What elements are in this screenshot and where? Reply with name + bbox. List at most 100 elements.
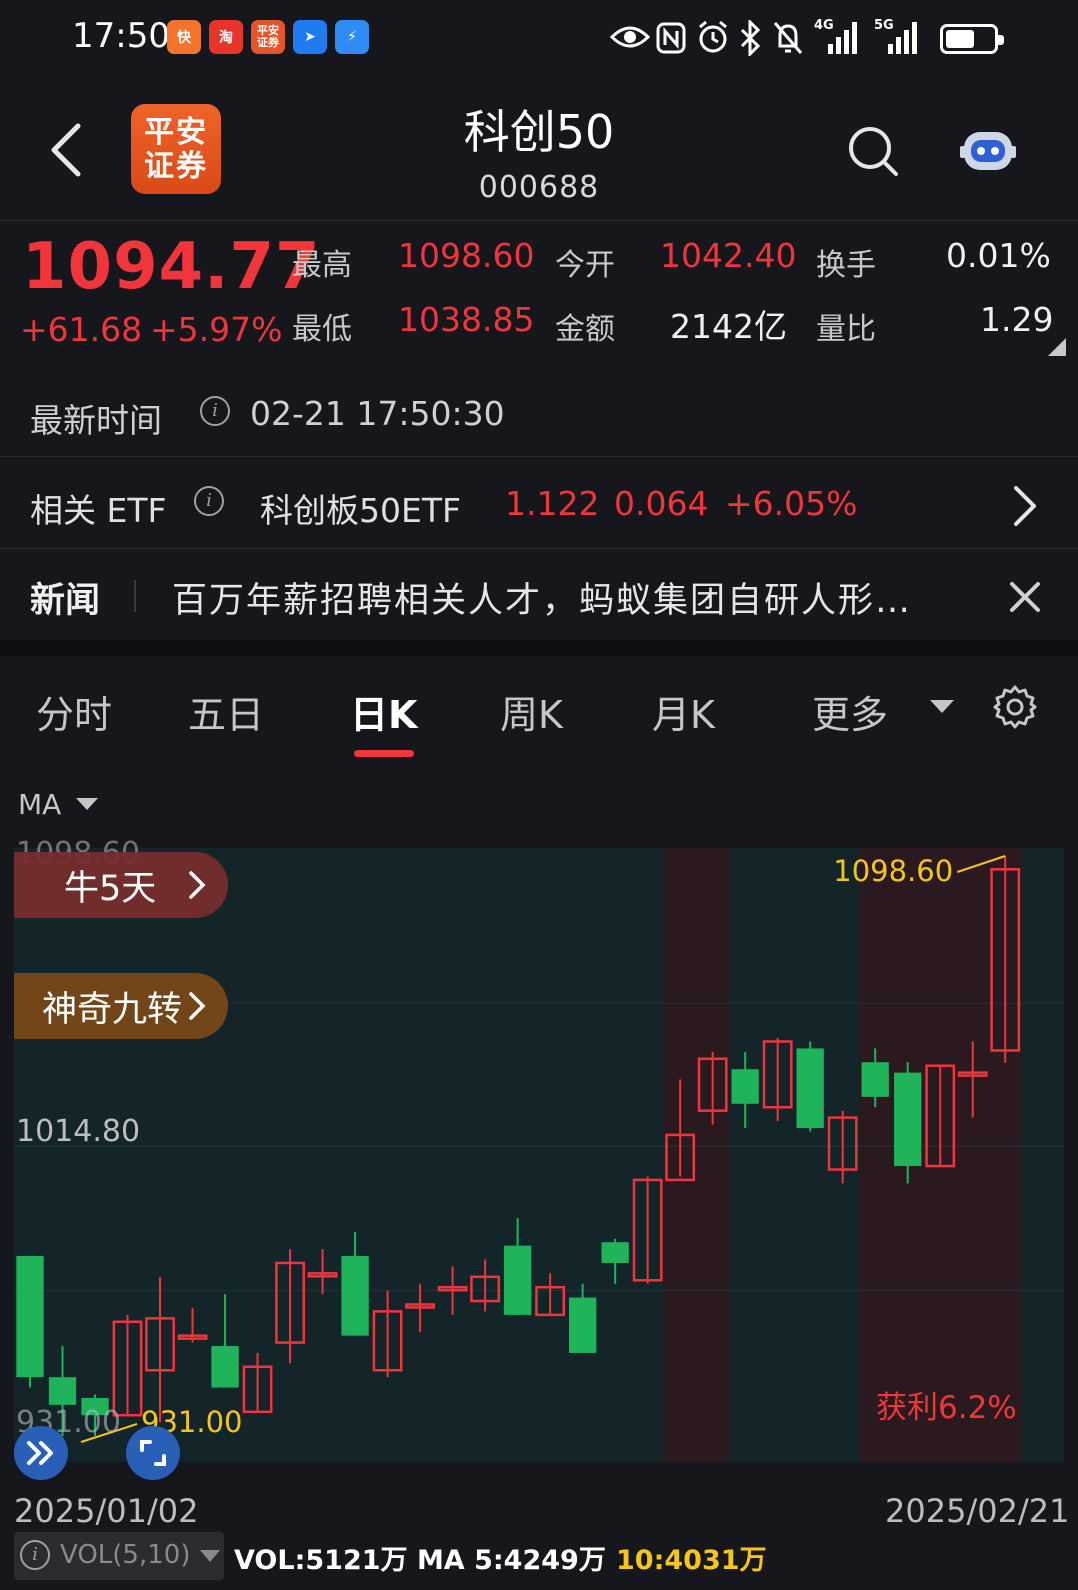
active-tab-indicator — [354, 750, 414, 757]
vol-info-icon[interactable]: i — [20, 1540, 50, 1570]
volume-selector[interactable]: i VOL(5,10) — [14, 1532, 224, 1580]
page-title: 科创50 — [463, 105, 615, 159]
more-dropdown-icon[interactable] — [930, 700, 954, 713]
candle-body-27 — [894, 1072, 922, 1167]
tab-more[interactable]: 更多 — [812, 684, 888, 739]
kuaishou-icon: 快 — [167, 20, 201, 54]
high-value: 1098.60 — [398, 236, 535, 275]
magic-nine-label: 神奇九转 — [42, 989, 183, 1030]
candle-body-10 — [341, 1256, 369, 1336]
news-label: 新闻 — [30, 581, 101, 621]
high-label: 最高 — [292, 248, 352, 283]
bull-days-label: 牛5天 — [64, 868, 157, 909]
vol-ma5: MA 5:4249万 — [416, 1545, 606, 1576]
chevron-right-icon[interactable] — [1010, 484, 1040, 528]
vol-indicator-name: VOL(5,10) — [60, 1540, 191, 1570]
network-4g-label: 4G — [814, 18, 834, 33]
etf-price: 1.122 — [505, 484, 600, 523]
stock-code: 000688 — [478, 170, 600, 205]
ma-label: MA — [18, 788, 62, 821]
expand-quote-indicator[interactable] — [1048, 338, 1066, 356]
candle-body-18 — [601, 1242, 629, 1263]
candle-body-17 — [568, 1297, 597, 1353]
open-value: 1042.40 — [660, 236, 797, 275]
candle-body-26 — [861, 1062, 889, 1097]
volume-ratio-label: 量比 — [816, 312, 876, 347]
amount-label: 金额 — [555, 312, 615, 347]
pingan-app-icon: 平安 证券 — [251, 20, 285, 54]
bull-days-badge[interactable]: 牛5天 — [14, 852, 228, 918]
etf-info-icon[interactable]: i — [194, 486, 224, 516]
latest-time-label: 最新时间 — [30, 401, 162, 440]
volume-indicator-row: i VOL(5,10) VOL:5121万 MA 5:4249万 10:4031… — [0, 1530, 1078, 1590]
profit-label: 获利6.2% — [876, 1390, 1017, 1426]
volume-ratio-value: 1.29 — [980, 300, 1054, 339]
low-label: 最低 — [292, 312, 352, 347]
navigation-icon: ➤ — [293, 20, 327, 54]
chevron-right-icon — [189, 992, 206, 1020]
latest-time-value: 02-21 17:50:30 — [250, 394, 505, 433]
status-bar: 17:50 快 淘 平安 证券 ➤ ⚡ 4G 5G — [0, 0, 1078, 78]
signal-5g-icon: 5G — [874, 18, 924, 56]
news-headline[interactable]: 百万年薪招聘相关人才，蚂蚁集团自研人形… — [172, 572, 982, 623]
candle-body-6 — [211, 1346, 239, 1388]
taobao-icon: 淘 — [209, 20, 243, 54]
etf-change-pct: +6.05% — [725, 484, 858, 523]
quote-panel: 1094.77 +61.68 +5.97% 最高 1098.60 今开 1042… — [0, 220, 1078, 370]
highlight-range-0 — [663, 848, 729, 1462]
chevron-right-icon — [189, 871, 206, 899]
turnover-value: 0.01% — [946, 236, 1051, 275]
etf-label: 相关 ETF — [30, 491, 167, 530]
low-value: 1038.85 — [398, 300, 535, 339]
search-icon[interactable] — [846, 124, 900, 178]
vol-dropdown-icon[interactable] — [200, 1550, 220, 1562]
header: 平安 证券 科创50 000688 — [0, 78, 1078, 220]
chart-end-date: 2025/02/21 — [885, 1492, 1070, 1530]
section-gap — [0, 640, 1078, 656]
time-divider — [0, 456, 1078, 457]
ai-assistant-icon[interactable] — [960, 126, 1016, 174]
network-5g-label: 5G — [874, 18, 894, 33]
double-chevron-icon — [27, 1441, 53, 1465]
news-ticker[interactable]: 新闻 百万年薪招聘相关人才，蚂蚁集团自研人形… — [0, 550, 1078, 640]
flash-icon: ⚡ — [335, 20, 369, 54]
signal-4g-icon: 4G — [814, 18, 864, 56]
ma-dropdown-icon[interactable] — [76, 798, 98, 810]
bluetooth-icon — [740, 20, 761, 56]
vol-values: VOL:5121万 MA 5:4249万 — [234, 1538, 606, 1577]
turnover-label: 换手 — [816, 248, 876, 283]
etf-change: 0.064 — [614, 484, 709, 523]
info-icon[interactable]: i — [200, 396, 230, 426]
expand-icon — [140, 1440, 166, 1466]
close-icon[interactable] — [1008, 580, 1042, 614]
amount-value: 2142亿 — [670, 307, 787, 346]
etf-name[interactable]: 科创板50ETF — [260, 484, 461, 532]
vol-value: VOL:5121万 — [234, 1545, 408, 1576]
magic-nine-badge[interactable]: 神奇九转 — [14, 973, 228, 1039]
alarm-icon — [699, 20, 727, 53]
fullscreen-button[interactable] — [126, 1426, 180, 1480]
eye-icon — [610, 26, 650, 48]
gear-icon[interactable] — [992, 684, 1038, 730]
status-time: 17:50 — [72, 16, 170, 56]
candle-body-24 — [796, 1048, 824, 1129]
max-annotation-label: 1098.60 — [833, 854, 953, 888]
candle-body-15 — [503, 1245, 532, 1315]
candle-body-1 — [48, 1377, 77, 1405]
tab-weekly-k[interactable]: 周K — [500, 684, 563, 739]
vol-ma10: 10:4031万 — [616, 1545, 767, 1576]
latest-time-row: 最新时间 i 02-21 17:50:30 — [0, 370, 1078, 460]
tab-five-day[interactable]: 五日 — [188, 684, 264, 739]
ma-indicator-selector[interactable]: MA — [0, 770, 300, 830]
tab-monthly-k[interactable]: 月K — [652, 684, 715, 739]
nfc-icon — [656, 22, 686, 54]
last-price: 1094.77 — [22, 230, 321, 304]
tab-intraday[interactable]: 分时 — [36, 684, 112, 739]
period-tabs: 分时 五日 日K 周K 月K 更多 — [0, 656, 1078, 766]
axis-mid-label: 1014.80 — [16, 1114, 141, 1149]
price-change-pct: +5.97% — [150, 310, 283, 349]
fast-forward-button[interactable] — [14, 1426, 68, 1480]
tab-daily-k[interactable]: 日K — [350, 684, 417, 739]
related-etf-row[interactable]: 相关 ETF i 科创板50ETF 1.122 0.064 +6.05% — [0, 460, 1078, 550]
battery-icon — [940, 24, 1004, 54]
